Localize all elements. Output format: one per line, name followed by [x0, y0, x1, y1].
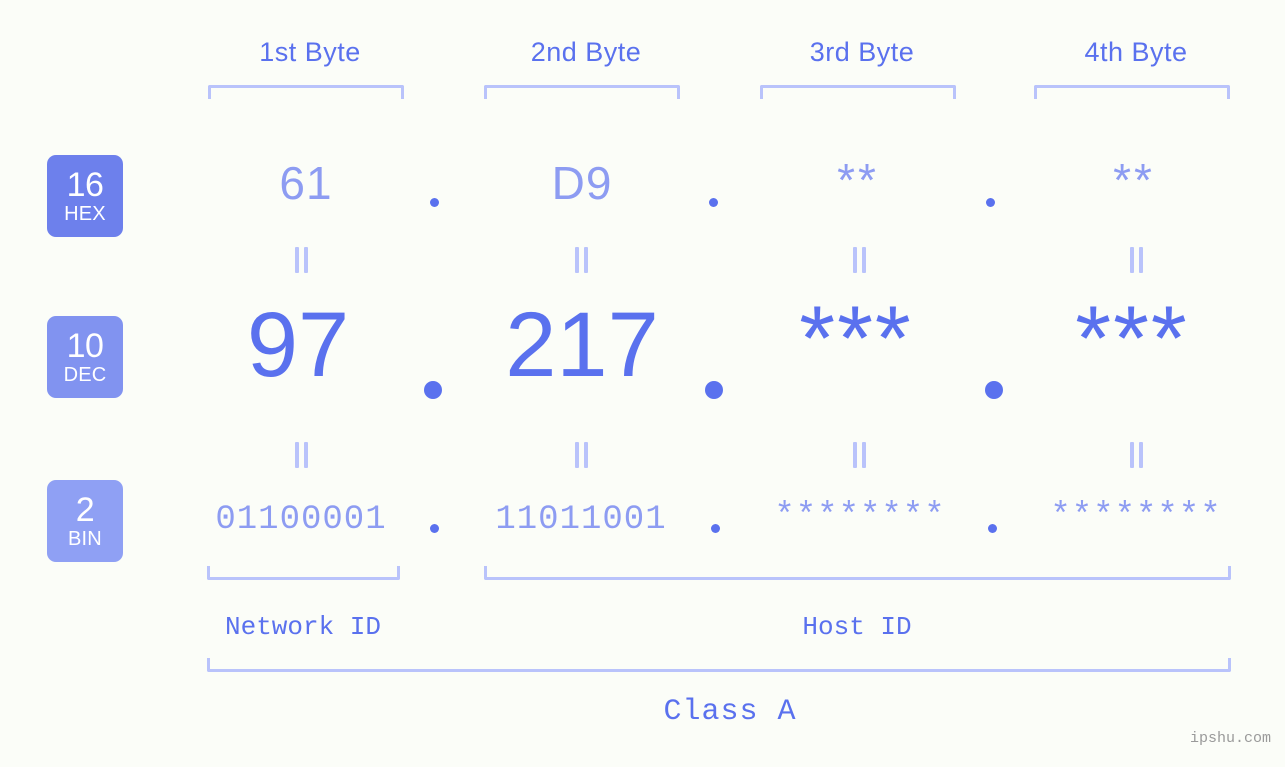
equals-connector-dec-bin-4	[1126, 441, 1146, 469]
network-id-label: Network ID	[224, 612, 382, 642]
equals-connector-hex-dec-1	[291, 246, 311, 274]
equals-connector-hex-dec-4	[1126, 246, 1146, 274]
hex-separator-dot-2	[709, 198, 718, 207]
host-id-bracket	[484, 566, 1231, 580]
ip-address-breakdown-diagram: 1st Byte 2nd Byte 3rd Byte 4th Byte 16 H…	[0, 0, 1285, 767]
base-badge-hex-name: HEX	[64, 202, 106, 225]
dec-value-byte-2: 217	[505, 294, 659, 396]
host-id-label: Host ID	[802, 612, 912, 642]
bin-separator-dot-1	[430, 524, 439, 533]
hex-value-byte-1: 61	[279, 157, 333, 209]
dec-value-byte-3: ***	[799, 288, 913, 390]
hex-separator-dot-3	[986, 198, 995, 207]
byte-header-label-2: 2nd Byte	[530, 37, 642, 67]
base-badge-dec: 10 DEC	[47, 316, 123, 398]
byte-bracket-4	[1034, 85, 1230, 99]
base-badge-bin-name: BIN	[68, 527, 102, 550]
byte-header-label-4: 4th Byte	[1084, 37, 1188, 67]
byte-bracket-1	[208, 85, 404, 99]
dec-separator-dot-1	[424, 381, 442, 399]
dec-value-byte-1: 97	[246, 294, 350, 396]
hex-value-byte-4: **	[1113, 154, 1155, 206]
hex-value-byte-2: D9	[551, 157, 613, 209]
base-badge-bin: 2 BIN	[47, 480, 123, 562]
class-label: Class A	[663, 695, 797, 729]
site-watermark: ipshu.com	[1189, 730, 1271, 747]
base-badge-bin-number: 2	[75, 490, 95, 529]
equals-connector-dec-bin-1	[291, 441, 311, 469]
bin-value-byte-1: 01100001	[215, 501, 387, 539]
bin-value-byte-2: 11011001	[495, 501, 667, 539]
byte-header-label-1: 1st Byte	[259, 37, 361, 67]
base-badge-dec-number: 10	[66, 326, 104, 365]
equals-connector-dec-bin-2	[571, 441, 591, 469]
base-badge-hex-number: 16	[66, 165, 104, 204]
dec-separator-dot-2	[705, 381, 723, 399]
byte-bracket-2	[484, 85, 680, 99]
dec-value-byte-4: ***	[1075, 288, 1189, 390]
byte-bracket-3	[760, 85, 956, 99]
byte-header-label-3: 3rd Byte	[809, 37, 915, 67]
hex-separator-dot-1	[430, 198, 439, 207]
base-badge-dec-name: DEC	[63, 363, 107, 386]
equals-connector-hex-dec-2	[571, 246, 591, 274]
class-bracket	[207, 658, 1231, 672]
bin-separator-dot-2	[711, 524, 720, 533]
hex-value-byte-3: **	[837, 154, 879, 206]
bin-value-byte-4: ********	[1050, 498, 1222, 536]
equals-connector-dec-bin-3	[849, 441, 869, 469]
network-id-bracket	[207, 566, 400, 580]
bin-separator-dot-3	[988, 524, 997, 533]
base-badge-hex: 16 HEX	[47, 155, 123, 237]
bin-value-byte-3: ********	[774, 498, 946, 536]
equals-connector-hex-dec-3	[849, 246, 869, 274]
dec-separator-dot-3	[985, 381, 1003, 399]
